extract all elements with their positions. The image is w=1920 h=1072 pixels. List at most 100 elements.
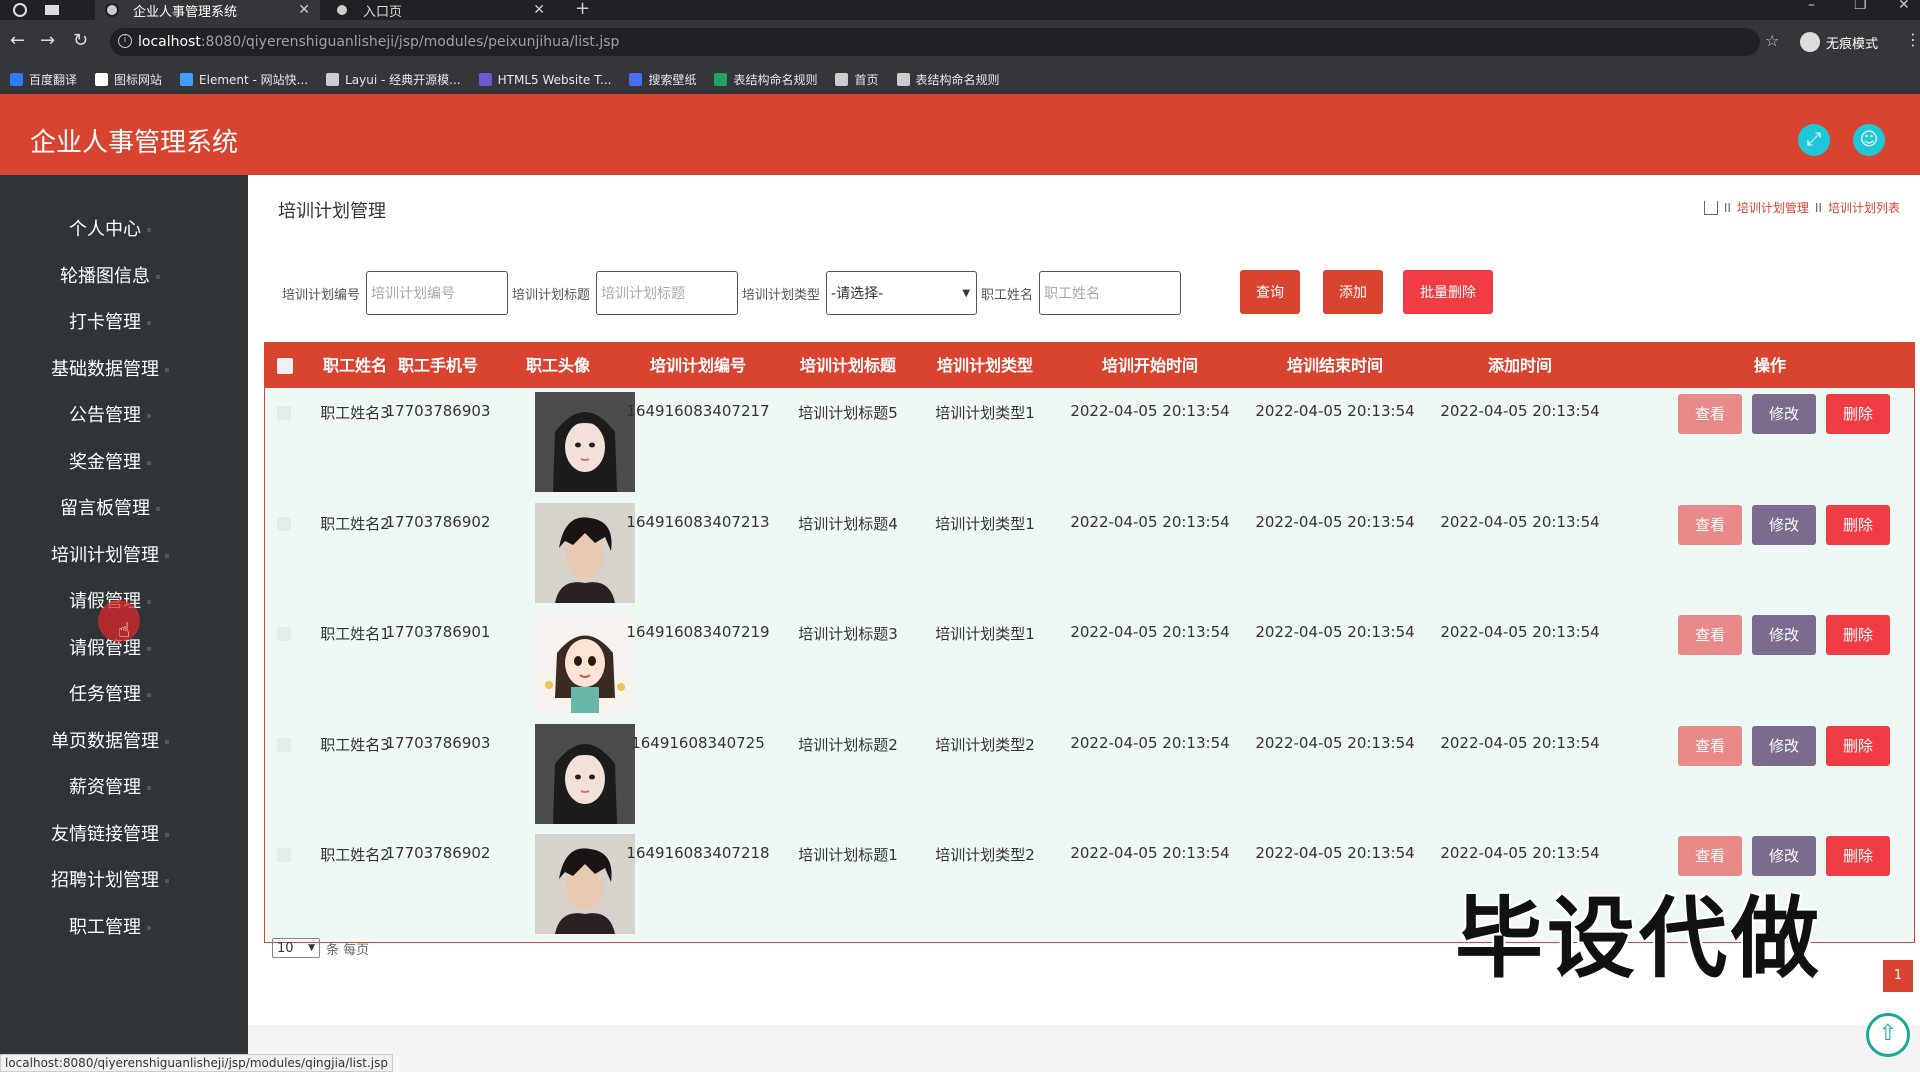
user-icon[interactable]: ☺ (1853, 124, 1885, 156)
edit-button[interactable]: 修改 (1752, 615, 1816, 655)
breadcrumb-level1[interactable]: 培训计划管理 (1737, 199, 1809, 216)
view-button[interactable]: 查看 (1678, 725, 1742, 766)
url-host: localhost (138, 34, 201, 50)
title-input[interactable]: 培训计划标题 (596, 271, 739, 315)
bookmark-item[interactable]: HTML5 Website T... (478, 73, 611, 87)
sidebar-item-label: 任务管理 (69, 684, 141, 705)
sidebar-item[interactable]: 个人中心 (0, 215, 220, 245)
bookmark-item[interactable]: 搜索壁纸 (629, 71, 696, 88)
row-checkbox[interactable] (277, 627, 291, 641)
browser-tab-active[interactable]: 企业人事管理系统 ✕ (95, 0, 320, 20)
bookmark-icon (95, 73, 109, 86)
table-column-header: 培训计划类型 (936, 356, 1033, 375)
bookmark-item[interactable]: 首页 (835, 71, 879, 88)
browser-menu-icon[interactable]: ⋮ (1905, 30, 1920, 49)
type-select[interactable]: -请选择- ▼ (826, 271, 978, 315)
sidebar-item[interactable]: 培训计划管理 (0, 541, 220, 571)
select-all-checkbox[interactable] (277, 358, 293, 374)
bookmark-item[interactable]: 百度翻译 (10, 71, 77, 88)
bookmark-item[interactable]: Layui - 经典开源模... (326, 71, 461, 88)
table-cell-type: 培训计划类型1 (935, 625, 1035, 643)
watermark-text: 毕设代做 (1455, 887, 1824, 990)
sidebar-item[interactable]: 奖金管理 (0, 448, 220, 478)
avatar (535, 392, 635, 492)
table-row: 职工姓名3 17703786903 16491608340725 培训计划标题2 培训计… (265, 720, 1914, 831)
per-page-label: 条 每页 (326, 942, 370, 958)
row-checkbox[interactable] (277, 406, 291, 420)
breadcrumb-level2[interactable]: 培训计划列表 (1828, 199, 1900, 216)
delete-button[interactable]: 删除 (1826, 615, 1890, 655)
home-icon[interactable] (1703, 200, 1718, 215)
table-row: 职工姓名2 17703786902 164916083407213 培训计划标题4 培训… (265, 499, 1914, 610)
delete-button[interactable]: 删除 (1826, 836, 1890, 876)
new-tab-icon[interactable]: + (575, 0, 590, 19)
bookmark-item[interactable]: 图标网站 (95, 71, 162, 88)
delete-button[interactable]: 删除 (1826, 394, 1890, 434)
delete-button[interactable]: 删除 (1826, 725, 1890, 766)
row-checkbox[interactable] (277, 737, 291, 752)
sidebar-item[interactable]: 打卡管理 (0, 308, 220, 338)
table-cell-type: 培训计划类型1 (935, 514, 1035, 533)
sidebar-item-label: 请假管理 (69, 637, 141, 659)
incognito-indicator[interactable]: 无痕模式 (1800, 32, 1878, 52)
forward-icon[interactable]: → (40, 30, 55, 51)
page-number-current[interactable]: 1 (1883, 960, 1913, 992)
tab-close-icon[interactable]: ✕ (298, 2, 310, 18)
restore-icon[interactable]: ❐ (1854, 0, 1867, 13)
page-size-select[interactable]: 10 ▼ (272, 938, 320, 958)
avatar (535, 834, 635, 934)
back-icon[interactable]: ← (10, 30, 25, 51)
close-window-icon[interactable]: ✕ (1898, 0, 1910, 13)
add-button[interactable]: 添加 (1323, 270, 1383, 314)
site-info-icon[interactable]: i (118, 34, 132, 48)
code-input[interactable]: 培训计划编号 (366, 271, 509, 315)
delete-button[interactable]: 删除 (1826, 504, 1890, 545)
sidebar-item[interactable]: 单页数据管理 (0, 727, 220, 757)
sidebar-item[interactable]: 留言板管理 (0, 494, 220, 524)
batch-delete-button[interactable]: 批量删除 (1403, 270, 1493, 314)
fullscreen-icon[interactable]: ⤢ (1798, 124, 1830, 156)
sidebar-item[interactable]: 基础数据管理 (0, 355, 220, 385)
browser-tab-inactive[interactable]: 入口页 ✕ (325, 0, 555, 20)
bookmark-item[interactable]: 表结构命名规则 (714, 71, 817, 88)
caret-icon (147, 460, 151, 465)
bookmark-item[interactable]: 表结构命名规则 (896, 71, 1000, 88)
incognito-label: 无痕模式 (1826, 36, 1879, 52)
url-input[interactable]: i localhost:8080/qiyerenshiguanlisheji/j… (110, 28, 1760, 56)
row-checkbox[interactable] (277, 848, 291, 862)
edit-button[interactable]: 修改 (1752, 725, 1816, 766)
table-cell-title: 培训计划标题1 (798, 846, 898, 864)
edit-button[interactable]: 修改 (1752, 394, 1816, 434)
bookmark-star-icon[interactable]: ☆ (1765, 31, 1779, 50)
minimize-icon[interactable]: – (1808, 0, 1815, 13)
sidebar-item[interactable]: 招聘计划管理 (0, 866, 220, 896)
view-button[interactable]: 查看 (1678, 504, 1742, 545)
reload-icon[interactable]: ↻ (73, 30, 88, 51)
sidebar-item[interactable]: 公告管理 (0, 401, 220, 431)
sidebar-item[interactable]: 轮播图信息 (0, 262, 220, 292)
table-cell-code: 16491608340725 (631, 733, 765, 752)
view-button[interactable]: 查看 (1678, 394, 1742, 434)
scroll-to-top-icon[interactable]: ⇧ (1866, 1013, 1910, 1057)
tab-favicon-icon (105, 3, 119, 17)
sidebar-item[interactable]: 职工管理 (0, 913, 220, 943)
sidebar-item[interactable]: 任务管理 (0, 680, 220, 710)
tab-close-icon[interactable]: ✕ (533, 2, 545, 18)
table-cell-code: 164916083407213 (626, 512, 770, 531)
breadcrumb-sep: II (1814, 200, 1822, 215)
tab-title: 企业人事管理系统 (133, 4, 238, 20)
caret-icon (156, 507, 160, 511)
bookmark-item[interactable]: Element - 网站快... (180, 71, 308, 88)
tab-list-icon[interactable] (44, 2, 60, 16)
tab-favicon-icon (335, 3, 349, 17)
sidebar-item[interactable]: 薪资管理 (0, 773, 220, 803)
query-button[interactable]: 查询 (1240, 270, 1300, 314)
avatar (535, 613, 635, 713)
name-input[interactable]: 职工姓名 (1039, 271, 1182, 315)
caret-icon (165, 739, 169, 744)
view-button[interactable]: 查看 (1678, 615, 1742, 655)
edit-button[interactable]: 修改 (1752, 504, 1816, 545)
sidebar-item[interactable]: 友情链接管理 (0, 820, 220, 850)
row-checkbox[interactable] (277, 516, 291, 531)
sidebar-item-label: 打卡管理 (69, 312, 141, 333)
